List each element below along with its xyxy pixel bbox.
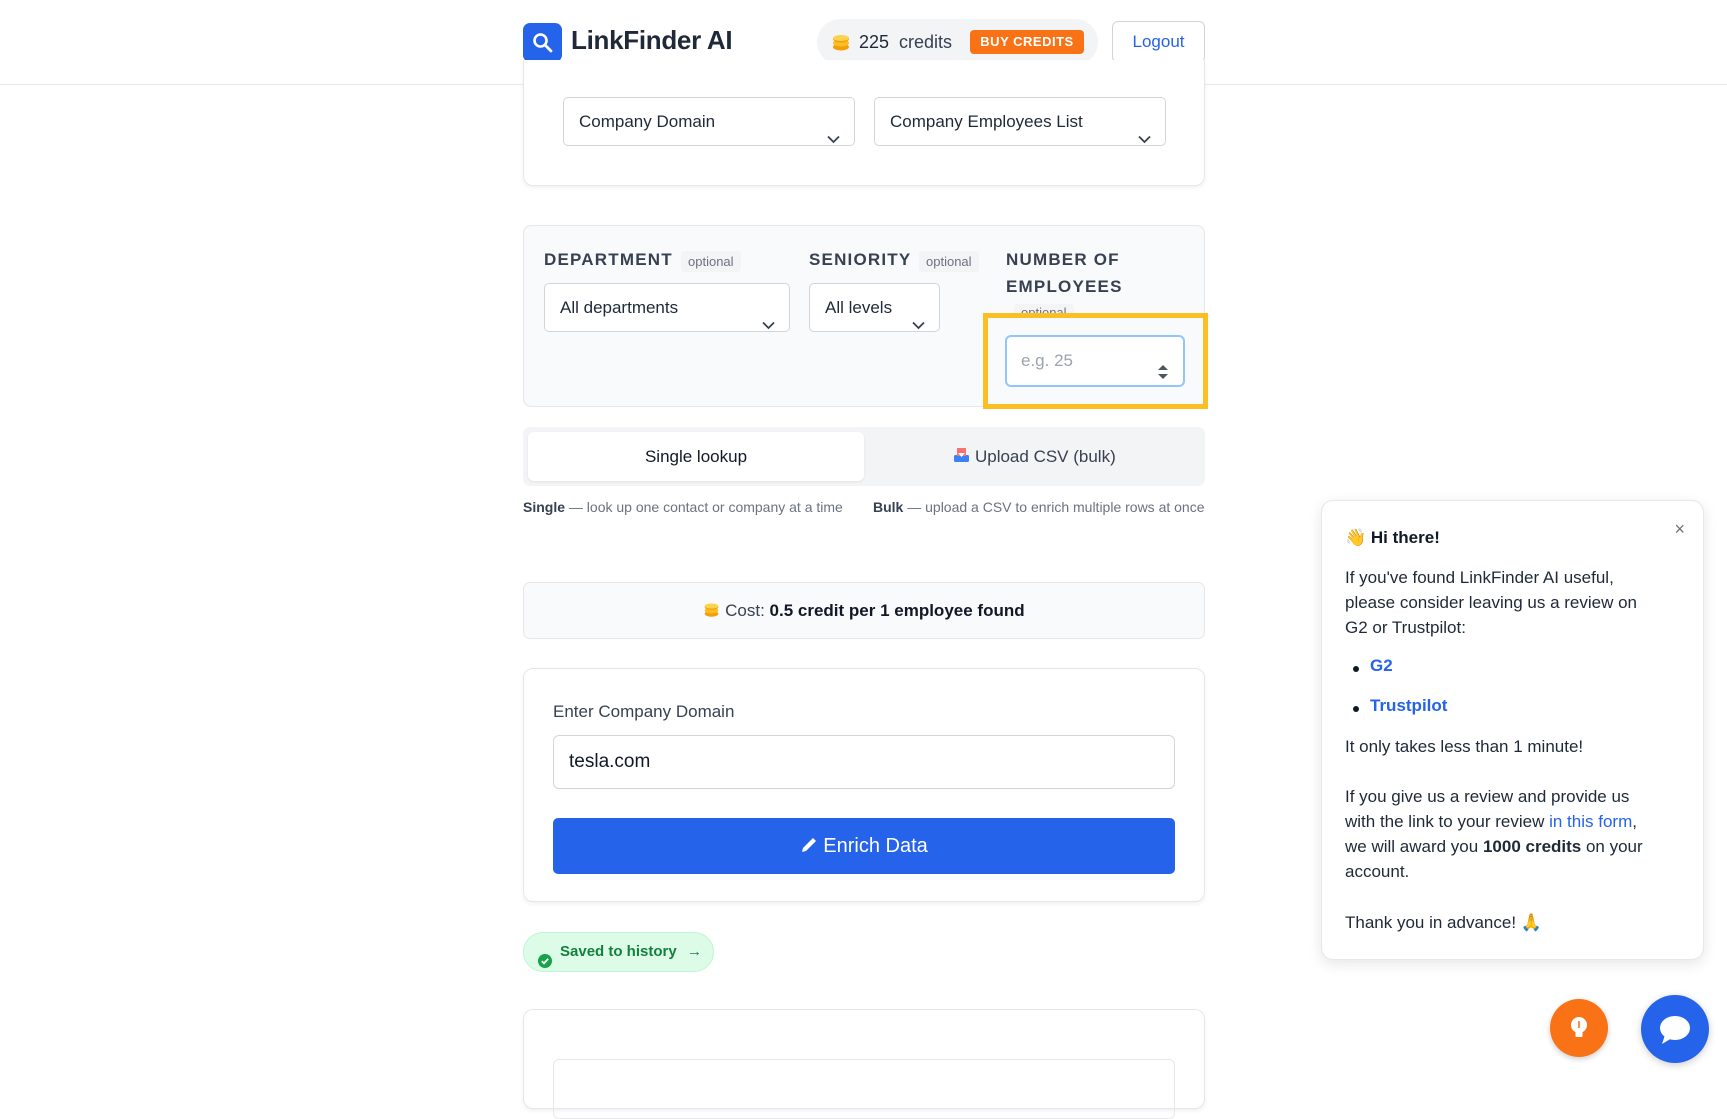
logout-button[interactable]: Logout xyxy=(1112,21,1205,63)
domain-input-label: Enter Company Domain xyxy=(553,702,735,721)
seniority-select-value: All levels xyxy=(825,298,893,317)
department-select[interactable]: All departments xyxy=(544,283,790,332)
bulk-desc-text: — upload a CSV to enrich multiple rows a… xyxy=(903,499,1205,515)
chat-bubble-icon xyxy=(1641,1016,1709,1067)
results-card xyxy=(523,1009,1205,1119)
single-desc-text: — look up one contact or company at a ti… xyxy=(565,499,843,515)
coins-icon xyxy=(831,32,851,57)
popup-offer-line3: we will award you 1000 credits on your xyxy=(1345,834,1685,859)
popup-intro-line1: If you've found LinkFinder AI useful, xyxy=(1345,568,1614,587)
popup-offer-line2: with the link to your review in this for… xyxy=(1345,809,1685,834)
coins-icon xyxy=(703,601,720,620)
popup-intro: If you've found LinkFinder AI useful, pl… xyxy=(1345,565,1685,640)
seniority-label: SENIORITY xyxy=(809,250,912,269)
chevron-down-icon xyxy=(1138,115,1151,162)
popup-title: 👋 Hi there! xyxy=(1345,528,1440,548)
department-optional-badge: optional xyxy=(681,251,741,272)
lookup-type-card: Company Domain Company Employees List xyxy=(523,60,1205,186)
popup-offer-line1: If you give us a review and provide us xyxy=(1345,787,1630,806)
review-form-link[interactable]: in this form xyxy=(1549,812,1632,831)
employees-number-input[interactable]: e.g. 25 xyxy=(1005,335,1185,387)
close-icon[interactable]: × xyxy=(1674,519,1685,540)
saved-label: Saved to history xyxy=(560,943,677,960)
employees-input-placeholder: e.g. 25 xyxy=(1021,351,1073,370)
department-select-value: All departments xyxy=(560,298,679,317)
popup-intro-line2: please consider leaving us a review on xyxy=(1345,593,1638,612)
buy-credits-button[interactable]: BUY CREDITS xyxy=(970,30,1084,54)
tab-upload-csv[interactable]: Upload CSV (bulk) xyxy=(869,432,1200,481)
bulk-desc-bold: Bulk xyxy=(873,499,904,515)
source-select-value: Company Domain xyxy=(579,112,716,131)
review-popup: × 👋 Hi there! If you've found LinkFinder… xyxy=(1321,500,1704,960)
department-label: DEPARTMENT xyxy=(544,250,673,269)
employees-label-line2: EMPLOYEES xyxy=(1006,277,1123,296)
credits-pill: 225 credits BUY CREDITS xyxy=(817,19,1098,65)
seniority-optional-badge: optional xyxy=(919,251,979,272)
bulk-description: Bulk — upload a CSV to enrich multiple r… xyxy=(873,496,1205,519)
chat-button[interactable] xyxy=(1641,995,1709,1063)
offer-text: , xyxy=(1632,812,1637,831)
popup-title-text: Hi there! xyxy=(1370,528,1440,547)
g2-link[interactable]: G2 xyxy=(1370,656,1393,676)
offer-credits: 1000 credits xyxy=(1482,837,1582,856)
check-circle-icon xyxy=(538,945,552,983)
cost-prefix: Cost: xyxy=(725,601,770,620)
enrich-data-label: Enrich Data xyxy=(823,835,928,857)
chevron-down-icon xyxy=(912,301,925,348)
chevron-down-icon xyxy=(827,115,840,162)
offer-text: on your xyxy=(1581,837,1643,856)
output-select[interactable]: Company Employees List xyxy=(874,97,1166,146)
tab-single-lookup[interactable]: Single lookup xyxy=(528,432,864,481)
popup-offer-line4: account. xyxy=(1345,862,1410,881)
brand-name[interactable]: LinkFinder AI xyxy=(571,25,733,56)
employees-label-line1: NUMBER OF xyxy=(1006,250,1120,269)
credits-count: 225 xyxy=(859,32,890,52)
results-inner-box xyxy=(553,1059,1175,1119)
pencil-icon xyxy=(800,835,823,857)
popup-intro-line3: G2 or Trustpilot: xyxy=(1345,618,1466,637)
lightbulb-button[interactable] xyxy=(1550,999,1608,1057)
popup-offer: If you give us a review and provide us w… xyxy=(1345,784,1685,884)
inbox-tray-icon xyxy=(953,447,975,466)
single-desc-bold: Single xyxy=(523,499,566,515)
chevron-down-icon xyxy=(762,301,775,348)
lightbulb-icon xyxy=(1550,1017,1608,1061)
offer-text: we will award you xyxy=(1345,837,1483,856)
trustpilot-link[interactable]: Trustpilot xyxy=(1370,696,1447,716)
offer-text: with the link to your review xyxy=(1345,812,1550,831)
domain-input-card: Enter Company Domain tesla.com Enrich Da… xyxy=(523,668,1205,902)
number-spinner-icon[interactable] xyxy=(1157,352,1169,400)
waving-hand-icon: 👋 xyxy=(1345,528,1367,547)
popup-time-note: It only takes less than 1 minute! xyxy=(1345,737,1584,756)
popup-thanks: Thank you in advance! 🙏 xyxy=(1345,913,1542,932)
output-select-value: Company Employees List xyxy=(890,112,1083,131)
domain-input[interactable]: tesla.com xyxy=(553,735,1175,789)
mode-tabs: Single lookup Upload CSV (bulk) xyxy=(523,427,1205,486)
bullet xyxy=(1353,666,1359,672)
credits-label: credits xyxy=(899,32,953,52)
single-description: Single — look up one contact or company … xyxy=(523,496,853,519)
cost-box: Cost: 0.5 credit per 1 employee found xyxy=(523,582,1205,639)
search-icon[interactable] xyxy=(523,23,562,62)
source-select[interactable]: Company Domain xyxy=(563,97,855,146)
saved-to-history-link[interactable]: Saved to history → xyxy=(523,932,714,972)
bullet xyxy=(1353,706,1359,712)
tab-upload-csv-label: Upload CSV (bulk) xyxy=(974,447,1116,466)
enrich-data-button[interactable]: Enrich Data xyxy=(553,818,1175,874)
cost-value: 0.5 credit per 1 employee found xyxy=(769,601,1025,620)
seniority-select[interactable]: All levels xyxy=(809,283,940,332)
arrow-right-icon: → xyxy=(687,943,702,960)
